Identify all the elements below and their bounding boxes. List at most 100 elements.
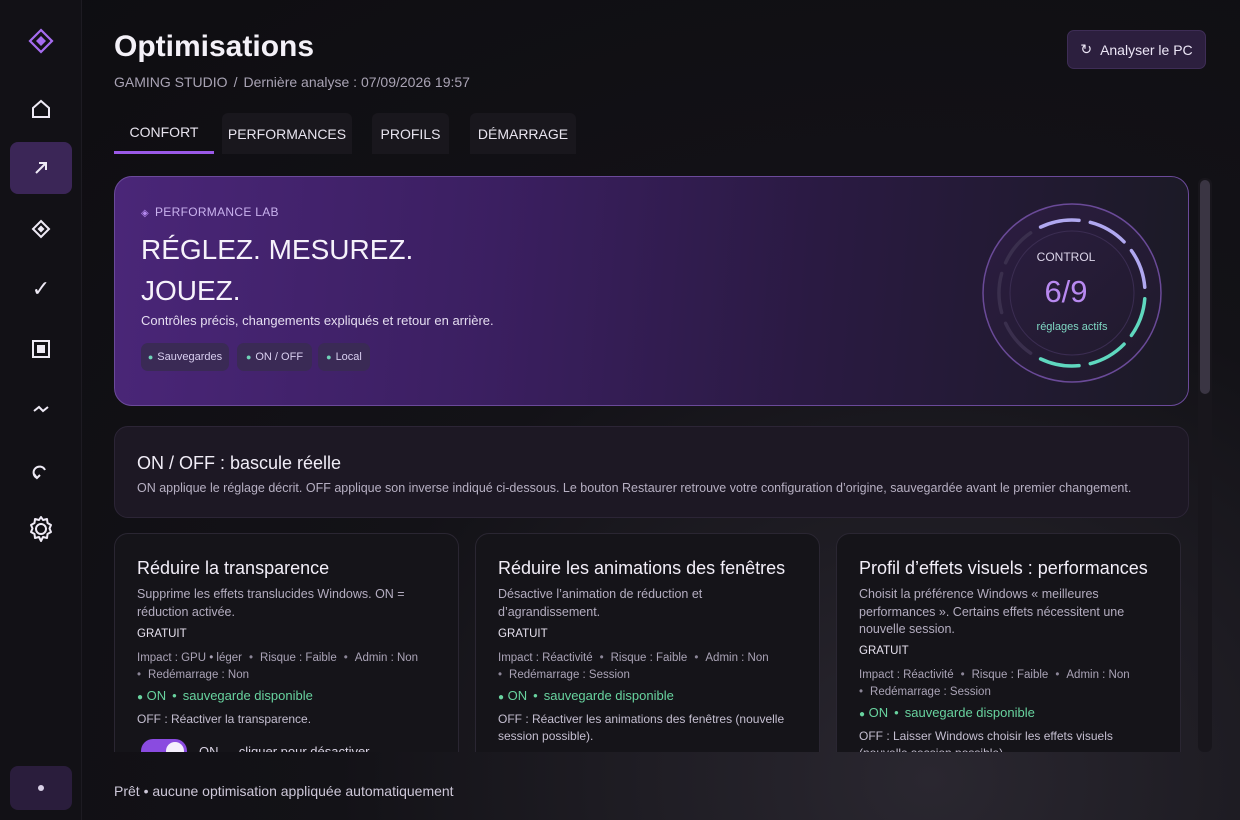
status-dot-icon <box>38 785 44 791</box>
transparency-toggle[interactable] <box>141 739 187 752</box>
pill-on-off: ● ON / OFF <box>237 343 312 371</box>
tab-label: PROFILS <box>380 125 441 142</box>
card-tier: GRATUIT <box>137 628 187 640</box>
status-on: ON <box>868 705 889 720</box>
card-description: Désactive l’animation de réduction et d’… <box>498 587 703 619</box>
optimize-icon <box>35 162 47 174</box>
card-off-text: OFF : Laisser Windows choisir les effets… <box>859 729 1113 752</box>
hero-banner: ◈ PERFORMANCE LAB RÉGLEZ. MESUREZ. JOUEZ.… <box>114 176 1189 406</box>
diamond-icon: ◈ <box>141 208 149 219</box>
hero-headline-line1: RÉGLEZ. MESUREZ. <box>141 234 414 265</box>
tab-performances[interactable]: PERFORMANCES <box>222 113 352 154</box>
gauge-value: 6/9 <box>1044 274 1088 309</box>
tab-label: PERFORMANCES <box>227 125 347 142</box>
meta-restart: Redémarrage : Session <box>870 685 991 698</box>
pill-local: ● Local <box>318 343 370 371</box>
analyze-pc-label: Analyser le PC <box>1100 41 1193 58</box>
info-text: ON applique le réglage décrit. OFF appli… <box>137 481 1132 495</box>
gear-icon <box>30 516 52 542</box>
card-off-text: OFF : Réactiver les animations des fenêt… <box>498 712 785 743</box>
green-dot-icon: ● <box>498 692 505 703</box>
gauge-sub: réglages actifs <box>1036 321 1108 333</box>
meta-impact: Impact : Réactivité <box>498 652 593 664</box>
meta-restart: Redémarrage : Session <box>509 668 630 681</box>
status-backup: sauvegarde disponible <box>182 688 313 703</box>
breadcrumb-separator: / <box>233 74 238 90</box>
sidebar-item-check[interactable]: ✓ <box>10 263 72 315</box>
green-dot-icon: ● <box>326 352 332 362</box>
card-status: ● ON • sauvegarde disponible <box>859 705 1035 720</box>
breadcrumb: GAMING STUDIO / Dernière analyse : 07/09/2… <box>114 74 470 90</box>
analyze-pc-button[interactable]: ↻ Analyser le PC <box>1067 30 1206 69</box>
meta-admin: Admin : Non <box>354 652 419 664</box>
meta-admin: Admin : Non <box>1066 669 1130 681</box>
meta-impact: Impact : Réactivité <box>859 669 954 681</box>
refresh-icon: ↻ <box>1080 41 1093 57</box>
hero-description: Contrôles précis, changements expliqués … <box>141 313 494 328</box>
hero-headline: RÉGLEZ. MESUREZ. JOUEZ. <box>141 229 413 311</box>
status-on: ON <box>507 688 528 703</box>
pill-backups: ● Sauvegardes <box>141 343 229 371</box>
card-title: Profil d’effets visuels : performances <box>859 558 1148 578</box>
home-icon <box>32 99 50 118</box>
card-status: ● ON • sauvegarde disponible <box>137 688 313 703</box>
sidebar-item-undo[interactable] <box>10 446 72 498</box>
card-title: Réduire la transparence <box>137 558 330 578</box>
meta-risk: Risque : Faible <box>971 669 1049 681</box>
toggle-knob <box>166 742 184 752</box>
sidebar-item-home[interactable] <box>10 83 72 135</box>
sidebar-item-diamond[interactable] <box>10 203 72 255</box>
diamond-icon <box>31 219 51 239</box>
pulse-icon <box>33 405 49 413</box>
card-meta: Impact : Réactivité • Risque : Faible • Admi… <box>498 652 769 681</box>
pill-label: Local <box>335 351 362 363</box>
card-tier: GRATUIT <box>859 645 909 657</box>
status-button[interactable] <box>10 766 72 810</box>
page-title: Optimisations <box>114 30 315 63</box>
sidebar-item-settings[interactable] <box>10 503 72 555</box>
green-dot-icon: ● <box>859 709 866 720</box>
green-dot-icon: ● <box>137 692 144 703</box>
status-on: ON <box>146 688 167 703</box>
sidebar: ✓ <box>0 0 82 820</box>
setting-card-transparency: Réduire la transparence Supprime les eff… <box>114 533 459 752</box>
card-tier: GRATUIT <box>498 628 548 640</box>
undo-icon <box>32 465 46 480</box>
content-area: ◈ PERFORMANCE LAB RÉGLEZ. MESUREZ. JOUEZ.… <box>114 176 1214 752</box>
diamond-logo-icon[interactable] <box>28 28 54 54</box>
pill-label: Sauvegardes <box>157 351 223 363</box>
meta-impact: Impact : GPU • léger <box>137 652 243 664</box>
tab-label: CONFORT <box>129 124 199 140</box>
hero-kicker-text: PERFORMANCE LAB <box>155 205 279 219</box>
card-status: ● ON • sauvegarde disponible <box>498 688 674 703</box>
sidebar-item-pulse[interactable] <box>10 383 72 435</box>
tab-profils[interactable]: PROFILS <box>372 113 449 154</box>
setting-card-animations: Réduire les animations des fenêtres Désa… <box>475 533 820 752</box>
tab-confort[interactable]: CONFORT <box>114 113 214 154</box>
tab-label: DÉMARRAGE <box>477 125 569 142</box>
hero-headline-line2: JOUEZ. <box>141 275 241 306</box>
last-scan: Dernière analyse : 07/09/2026 19:57 <box>243 74 470 90</box>
check-icon: ✓ <box>31 276 51 301</box>
gauge-label: CONTROL <box>1036 250 1096 264</box>
info-card: ON / OFF : bascule réelle ON applique le… <box>114 426 1189 518</box>
card-meta: Impact : Réactivité • Risque : Faible • Admi… <box>859 669 1130 698</box>
green-dot-icon: ● <box>147 352 154 362</box>
card-description: Supprime les effets translucides Windows… <box>137 587 405 619</box>
setting-card-visual-effects: Profil d’effets visuels : performances C… <box>836 533 1181 752</box>
square-icon <box>32 340 50 358</box>
card-title: Réduire les animations des fenêtres <box>498 558 786 578</box>
footer-status: Prêt • aucune optimisation appliquée aut… <box>114 783 454 799</box>
tab-demarrage[interactable]: DÉMARRAGE <box>470 113 576 154</box>
status-backup: sauvegarde disponible <box>543 688 674 703</box>
info-title: ON / OFF : bascule réelle <box>137 453 342 473</box>
card-meta: Impact : GPU • léger • Risque : Faible • Adm… <box>137 652 419 681</box>
toggle-label: ON — cliquer pour désactiver <box>199 744 370 752</box>
card-description: Choisit la préférence Windows « meilleur… <box>859 587 1125 636</box>
sidebar-item-square[interactable] <box>10 323 72 375</box>
meta-risk: Risque : Faible <box>610 652 688 664</box>
meta-restart: Redémarrage : Non <box>148 668 250 681</box>
hero-kicker: ◈ PERFORMANCE LAB <box>141 205 279 219</box>
sidebar-item-optimize[interactable] <box>10 142 72 194</box>
control-gauge: CONTROL 6/9 réglages actifs <box>981 202 1163 384</box>
